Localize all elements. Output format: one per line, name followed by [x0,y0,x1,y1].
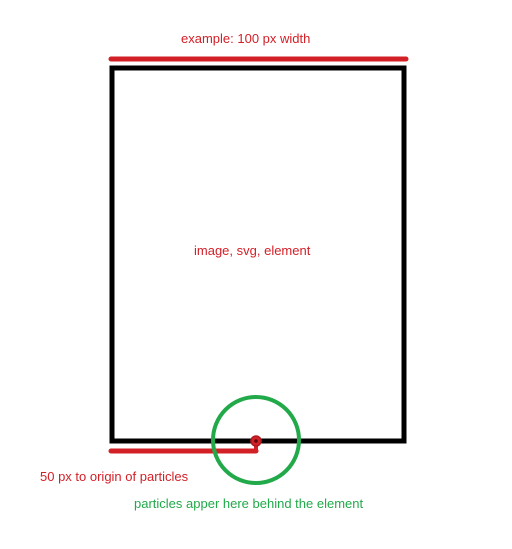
particles-note-label: particles apper here behind the element [134,496,364,511]
offset-annotation-label: 50 px to origin of particles [40,469,189,484]
width-annotation-label: example: 100 px width [181,31,311,46]
element-label: image, svg, element [194,243,311,258]
particle-origin-center [254,439,258,443]
diagram-drawing [108,56,409,485]
diagram-canvas: example: 100 px width image, svg, elemen… [0,0,512,549]
